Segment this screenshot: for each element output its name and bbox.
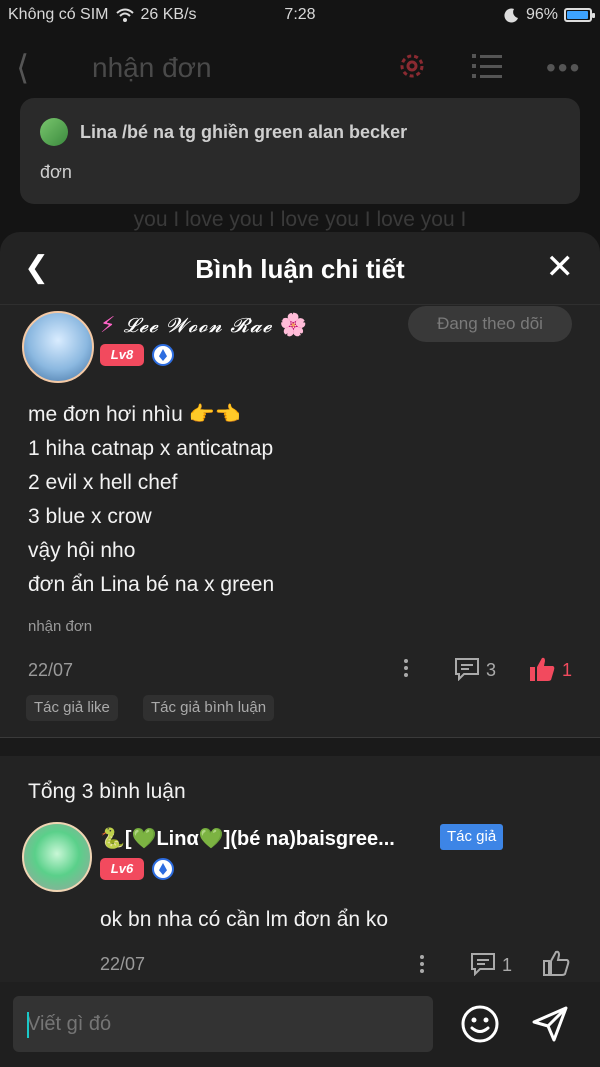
background-post-card: Lina /bé na tg ghiền green alan becker đ…: [20, 98, 580, 204]
status-bar: Không có SIM 26 KB/s 7:28 96%: [0, 0, 600, 32]
reply-username[interactable]: 🐍[💚Linα💚](bé na)baisgree...: [100, 826, 395, 851]
card-text: đơn: [40, 162, 72, 182]
source-tag[interactable]: nhận đơn: [28, 618, 92, 635]
level-badge: Lv8: [100, 344, 144, 366]
gear-icon[interactable]: [396, 50, 428, 82]
battery-level-fill: [567, 11, 589, 19]
sheet-header: ❮ Bình luận chi tiết ✕: [0, 232, 600, 305]
status-right: 96%: [504, 6, 595, 24]
more-vertical-icon[interactable]: [404, 656, 410, 680]
total-comments-label: Tổng 3 bình luận: [28, 780, 186, 803]
moon-icon: [504, 8, 518, 23]
card-author-name: Lina /bé na tg ghiền green alan becker: [80, 122, 408, 142]
reply-text: ok bn nha có cần lm đơn ẩn ko: [100, 908, 389, 931]
comment-line: vậy hội nho: [28, 539, 136, 562]
comment-line: me đơn hơi nhìu 👉👈: [28, 403, 241, 426]
comment-line: 3 blue x crow: [28, 505, 152, 528]
comment-input-bar: [0, 982, 600, 1067]
close-button[interactable]: ✕: [546, 250, 575, 284]
background-topbar: ⟨ nhận đơn •••: [0, 40, 600, 100]
username-text: 𝓛𝓮𝓮 𝓦𝓸𝓸𝓷 𝓡𝓪𝓮: [123, 313, 273, 337]
comment-icon[interactable]: [470, 952, 496, 976]
avatar[interactable]: [22, 822, 92, 892]
section-divider: [0, 737, 600, 756]
username-prefix: ⚡: [100, 312, 117, 337]
author-liked-chip: Tác giả like: [26, 695, 118, 721]
comment-line: 2 evil x hell chef: [28, 471, 178, 494]
verified-icon: [152, 344, 174, 366]
emoji-icon[interactable]: [460, 1004, 500, 1044]
verified-icon: [152, 858, 174, 880]
author-commented-chip: Tác giả bình luận: [143, 695, 275, 721]
send-icon[interactable]: [530, 1004, 570, 1044]
comment-date: 22/07: [28, 660, 74, 680]
text-cursor: [27, 1012, 29, 1038]
page-title: nhận đơn: [92, 52, 212, 83]
comment-meta-row: 22/07 3 1: [28, 656, 578, 686]
avatar[interactable]: [22, 311, 94, 383]
like-icon-filled[interactable]: [528, 656, 556, 682]
author-badge: Tác giả: [440, 824, 504, 850]
battery-percent: 96%: [525, 6, 558, 23]
comment-input[interactable]: [13, 996, 433, 1052]
like-count: 1: [562, 660, 573, 680]
list-icon[interactable]: [472, 52, 502, 80]
comment-line: đơn ẩn Lina bé na x green: [28, 573, 275, 596]
sheet-title: Bình luận chi tiết: [195, 254, 405, 284]
username[interactable]: ⚡ 𝓛𝓮𝓮 𝓦𝓸𝓸𝓷 𝓡𝓪𝓮 🌸: [100, 312, 308, 338]
comment-body: me đơn hơi nhìu 👉👈 1 hiha catnap x antic…: [28, 398, 274, 602]
background-lyrics: you I love you I love you I love you I: [133, 208, 467, 231]
comment-icon[interactable]: [454, 657, 480, 681]
more-options-icon[interactable]: •••: [546, 52, 581, 84]
reply-count: 1: [502, 955, 513, 975]
level-badge: Lv6: [100, 858, 144, 880]
more-vertical-icon[interactable]: [420, 952, 426, 976]
battery-icon: [564, 8, 595, 22]
like-icon[interactable]: [542, 950, 570, 976]
comment-detail-sheet: ❮ Bình luận chi tiết ✕ ⚡ 𝓛𝓮𝓮 𝓦𝓸𝓸𝓷 𝓡𝓪𝓮 🌸 …: [0, 232, 600, 1067]
avatar: [40, 118, 68, 146]
following-button[interactable]: Đang theo dõi: [408, 306, 572, 342]
comment-line: 1 hiha catnap x anticatnap: [28, 437, 274, 460]
back-icon[interactable]: ⟨: [16, 48, 29, 88]
username-suffix: 🌸: [279, 312, 308, 337]
reply-date: 22/07: [100, 954, 146, 974]
comment-count: 3: [486, 660, 497, 680]
